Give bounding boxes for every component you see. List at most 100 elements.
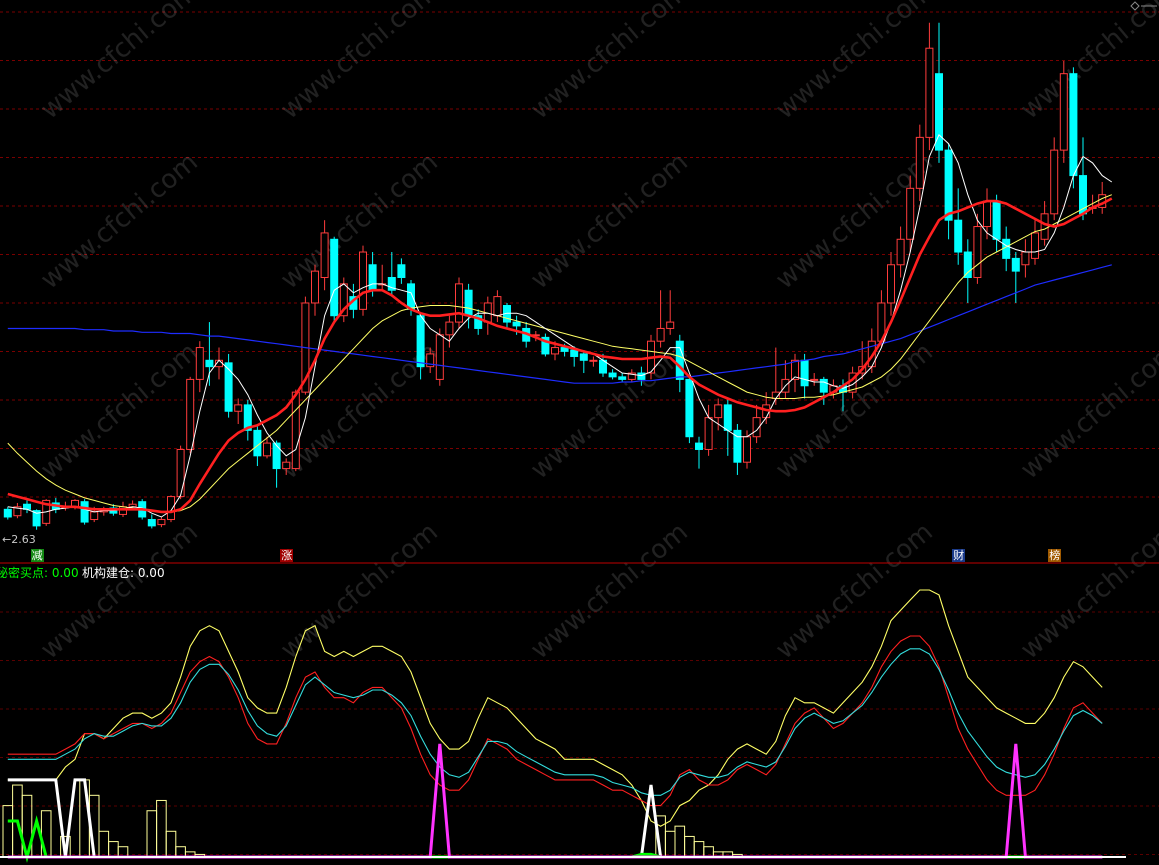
candle-body: [359, 251, 367, 310]
indicator-bar: [703, 846, 714, 858]
candle: [80, 499, 89, 525]
candle-body: [455, 283, 463, 323]
candle: [915, 124, 924, 202]
watermark-mark: www.cfchi.com: [770, 0, 939, 125]
candle-body: [282, 461, 291, 470]
candle: [359, 245, 367, 316]
watermark-mark: www.cfchi.com: [525, 517, 694, 665]
candle: [147, 514, 156, 529]
candle: [176, 445, 185, 500]
watermark-layer: www.cfchi.com www.cfchi.com www.cfchi.com w…: [35, 0, 1159, 665]
indicator-oscillator-line: [7, 635, 1103, 807]
candle-body: [397, 264, 406, 278]
candle: [925, 22, 934, 151]
candle: [819, 376, 828, 405]
event-tag[interactable]: 财: [952, 549, 966, 562]
candle-body: [3, 508, 12, 518]
indicator-signal-line: [7, 778, 1103, 859]
candle-body: [675, 340, 684, 380]
candle: [541, 333, 550, 357]
candle-body: [234, 404, 243, 412]
candle: [771, 347, 780, 405]
candle: [608, 369, 617, 380]
watermark-mark: www.cfchi.com: [770, 337, 939, 485]
candle: [589, 356, 598, 367]
watermark-mark: www.cfchi.com: [1015, 337, 1159, 485]
candle-body: [743, 436, 751, 463]
candle-body: [944, 149, 953, 221]
candle: [195, 341, 204, 393]
candle: [791, 353, 799, 393]
candle-body: [320, 232, 329, 279]
indicator-bar: [664, 830, 676, 858]
candle-body: [407, 283, 415, 310]
candle-body: [551, 347, 559, 355]
watermark-mark: www.cfchi.com: [1015, 0, 1159, 125]
candle: [464, 283, 473, 329]
candle-body: [368, 264, 377, 291]
candle: [186, 376, 195, 454]
candle-body: [80, 501, 89, 523]
watermark-mark: www.cfchi.com: [35, 0, 204, 125]
candle: [483, 296, 492, 335]
candle: [224, 353, 233, 418]
candle: [234, 398, 243, 424]
event-tag[interactable]: 榜: [1048, 549, 1062, 562]
watermark-mark: www.cfchi.com: [525, 337, 694, 485]
candle: [743, 430, 751, 469]
candle: [723, 398, 732, 456]
watermark-mark: www.cfchi.com: [525, 147, 694, 295]
candle-body: [1069, 73, 1078, 177]
candle-body: [147, 519, 156, 527]
candle-body: [119, 506, 127, 515]
low-price-marker: ←2.63: [2, 533, 36, 546]
candle-body: [1002, 238, 1011, 259]
candle: [992, 194, 1001, 253]
candle-body: [954, 219, 963, 253]
event-tag[interactable]: 涨: [280, 549, 294, 562]
candle-body: [723, 404, 732, 431]
candle-body: [800, 359, 809, 387]
candle-body: [579, 353, 588, 361]
watermark-mark: www.cfchi.com: [525, 0, 694, 125]
candle-body: [445, 321, 454, 336]
indicator-signal-line: [7, 815, 1103, 863]
candle: [781, 360, 790, 399]
indicator-bar: [674, 825, 686, 858]
candle-body: [1040, 213, 1049, 240]
watermark-mark: www.cfchi.com: [1015, 517, 1159, 665]
candle: [579, 350, 588, 374]
candle: [167, 495, 175, 523]
watermark-mark: www.cfchi.com: [35, 517, 204, 665]
candle: [330, 236, 339, 323]
candle: [397, 258, 406, 284]
candle: [1011, 252, 1020, 303]
candle: [205, 322, 214, 386]
candle-body: [186, 378, 195, 450]
indicator-bar: [117, 846, 129, 858]
candle: [378, 264, 387, 291]
candle-body: [810, 378, 819, 381]
candle-body: [983, 200, 991, 228]
candle-body: [291, 391, 300, 470]
candle: [944, 143, 953, 240]
candle-body: [90, 511, 99, 521]
indicator-bar: [146, 810, 158, 858]
candle-body: [906, 187, 915, 240]
legend-institution-build: 机构建仓: 0.00: [82, 566, 165, 580]
candle-body: [224, 362, 233, 412]
candle: [896, 226, 905, 278]
candle: [253, 426, 262, 467]
candle-body: [925, 47, 934, 138]
candle: [23, 500, 31, 514]
candle-body: [435, 334, 444, 380]
candle: [435, 328, 444, 386]
legend-secret-buy: 秘密买点: 0.00: [0, 566, 79, 580]
candle: [666, 290, 675, 335]
candle: [1059, 60, 1068, 163]
candle: [1021, 239, 1030, 278]
candle-body: [915, 136, 924, 189]
candle-body: [704, 417, 713, 450]
candle-body: [992, 200, 1001, 240]
event-tag[interactable]: 减: [30, 549, 44, 562]
